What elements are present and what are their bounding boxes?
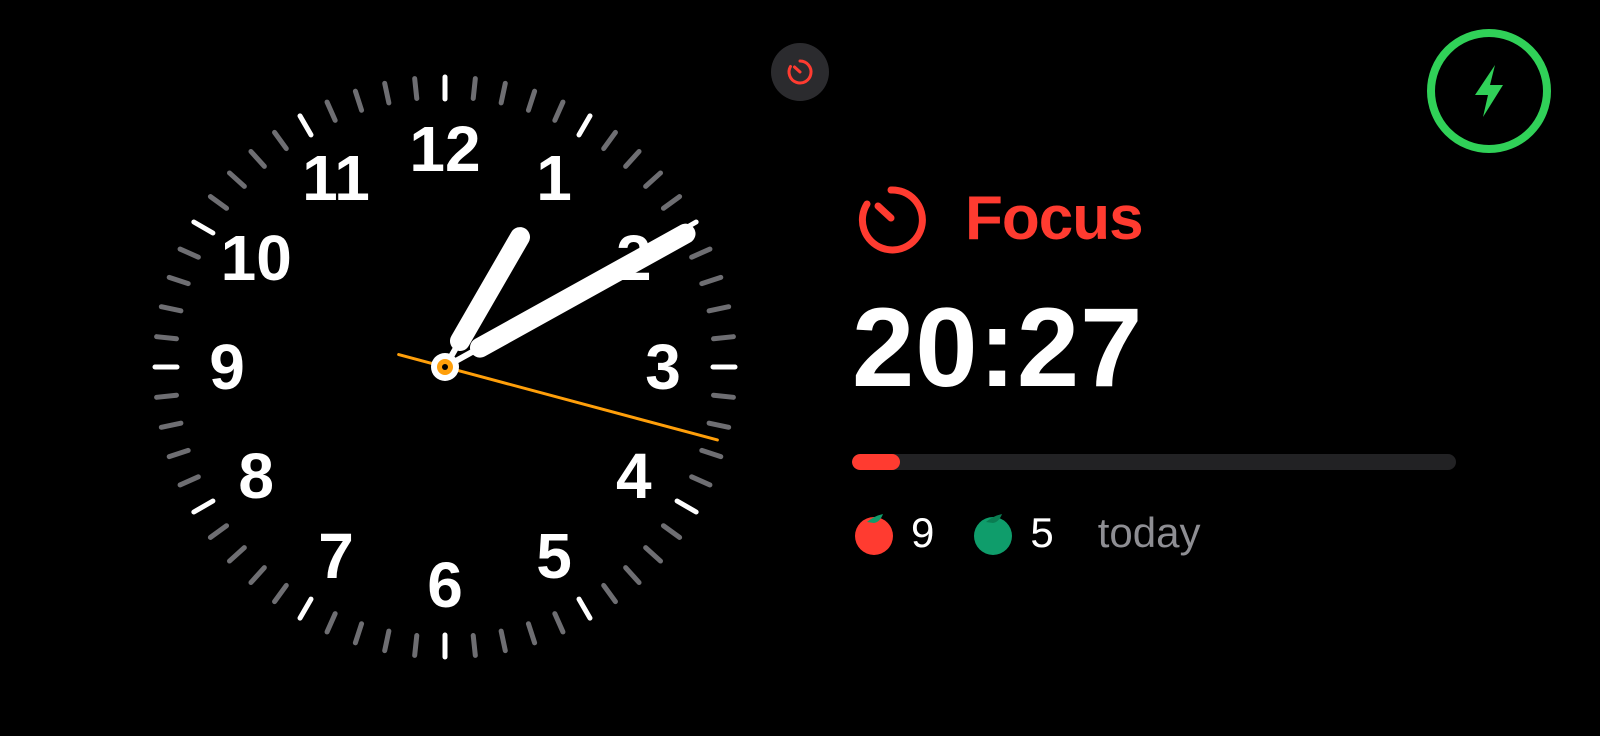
minute-tick (412, 76, 420, 101)
minute-tick (154, 334, 179, 342)
charging-indicator (1425, 27, 1553, 155)
minute-tick (552, 99, 566, 123)
red-tomato-icon (855, 514, 893, 555)
minute-tick (525, 88, 538, 113)
minute-tick (470, 76, 478, 101)
minute-tick (207, 194, 230, 211)
hour-tick (576, 113, 593, 138)
minute-tick (699, 274, 724, 287)
minute-tick (623, 565, 642, 586)
hour-tick (297, 596, 314, 621)
timer-icon (787, 59, 813, 85)
clock-numeral: 12 (409, 113, 480, 185)
minute-tick (711, 392, 736, 400)
hour-tick (297, 113, 314, 138)
hour-tick (191, 498, 216, 515)
clock-numeral: 3 (645, 331, 681, 403)
focus-status-indicator[interactable] (771, 43, 829, 101)
minute-tick (498, 628, 508, 654)
minute-tick (412, 633, 420, 658)
green-tomato-icon (974, 514, 1013, 555)
minute-tick (352, 621, 365, 646)
period-label: today (1097, 509, 1201, 556)
minute-tick (177, 246, 201, 260)
focus-countdown: 20:27 (852, 285, 1144, 410)
clock-numeral: 7 (318, 520, 354, 592)
minute-tick (352, 88, 365, 113)
minute-tick (166, 274, 191, 287)
minute-tick (226, 545, 247, 564)
minute-tick (324, 611, 338, 635)
focus-progress-fill (852, 454, 901, 470)
minute-tick (660, 194, 683, 211)
minute-tick (158, 420, 184, 430)
clock-numeral: 6 (427, 549, 463, 621)
minute-tick (643, 170, 664, 189)
minute-tick (272, 129, 289, 152)
minute-tick (711, 334, 736, 342)
minute-tick (660, 523, 683, 540)
clock-numeral: 5 (536, 520, 572, 592)
analog-clock: 121234567891011 (152, 74, 738, 660)
focus-title: Focus (965, 183, 1144, 253)
minute-tick (552, 611, 566, 635)
minute-tick (154, 392, 179, 400)
minute-tick (324, 99, 338, 123)
minute-tick (207, 523, 230, 540)
minute-tick (689, 474, 713, 488)
minute-tick (689, 246, 713, 260)
minute-tick (525, 621, 538, 646)
minute-tick (699, 447, 724, 460)
minute-tick (177, 474, 201, 488)
hour-tick (191, 219, 216, 236)
minute-tick (382, 628, 392, 654)
completed-count: 9 (911, 509, 935, 556)
remaining-count: 5 (1030, 509, 1054, 556)
minute-tick (643, 545, 664, 564)
minute-tick (248, 148, 267, 169)
focus-stats: 9 5 today (853, 508, 1200, 558)
minute-tick (601, 129, 618, 152)
minute-tick (470, 633, 478, 658)
hour-tick (674, 498, 699, 515)
minute-tick (498, 80, 508, 106)
hour-tick (576, 596, 593, 621)
minute-tick (382, 80, 392, 106)
clock-numeral: 11 (302, 142, 370, 214)
clock-numeral: 4 (616, 440, 652, 512)
minute-tick (166, 447, 191, 460)
clock-numeral: 10 (221, 222, 292, 294)
minute-tick (226, 170, 247, 189)
minute-tick (623, 148, 642, 169)
clock-numeral: 9 (209, 331, 245, 403)
minute-tick (248, 565, 267, 586)
minute-tick (158, 304, 184, 314)
minute-tick (601, 582, 618, 605)
minute-tick (706, 420, 732, 430)
focus-progress-bar (852, 454, 1456, 470)
minute-tick (706, 304, 732, 314)
clock-center-pin (442, 364, 448, 370)
timer-icon (858, 186, 926, 254)
clock-numeral: 1 (536, 142, 572, 214)
focus-header[interactable]: Focus (855, 183, 1144, 254)
bolt-icon (1427, 29, 1551, 153)
clock-numeral: 8 (238, 440, 274, 512)
minute-tick (272, 582, 289, 605)
